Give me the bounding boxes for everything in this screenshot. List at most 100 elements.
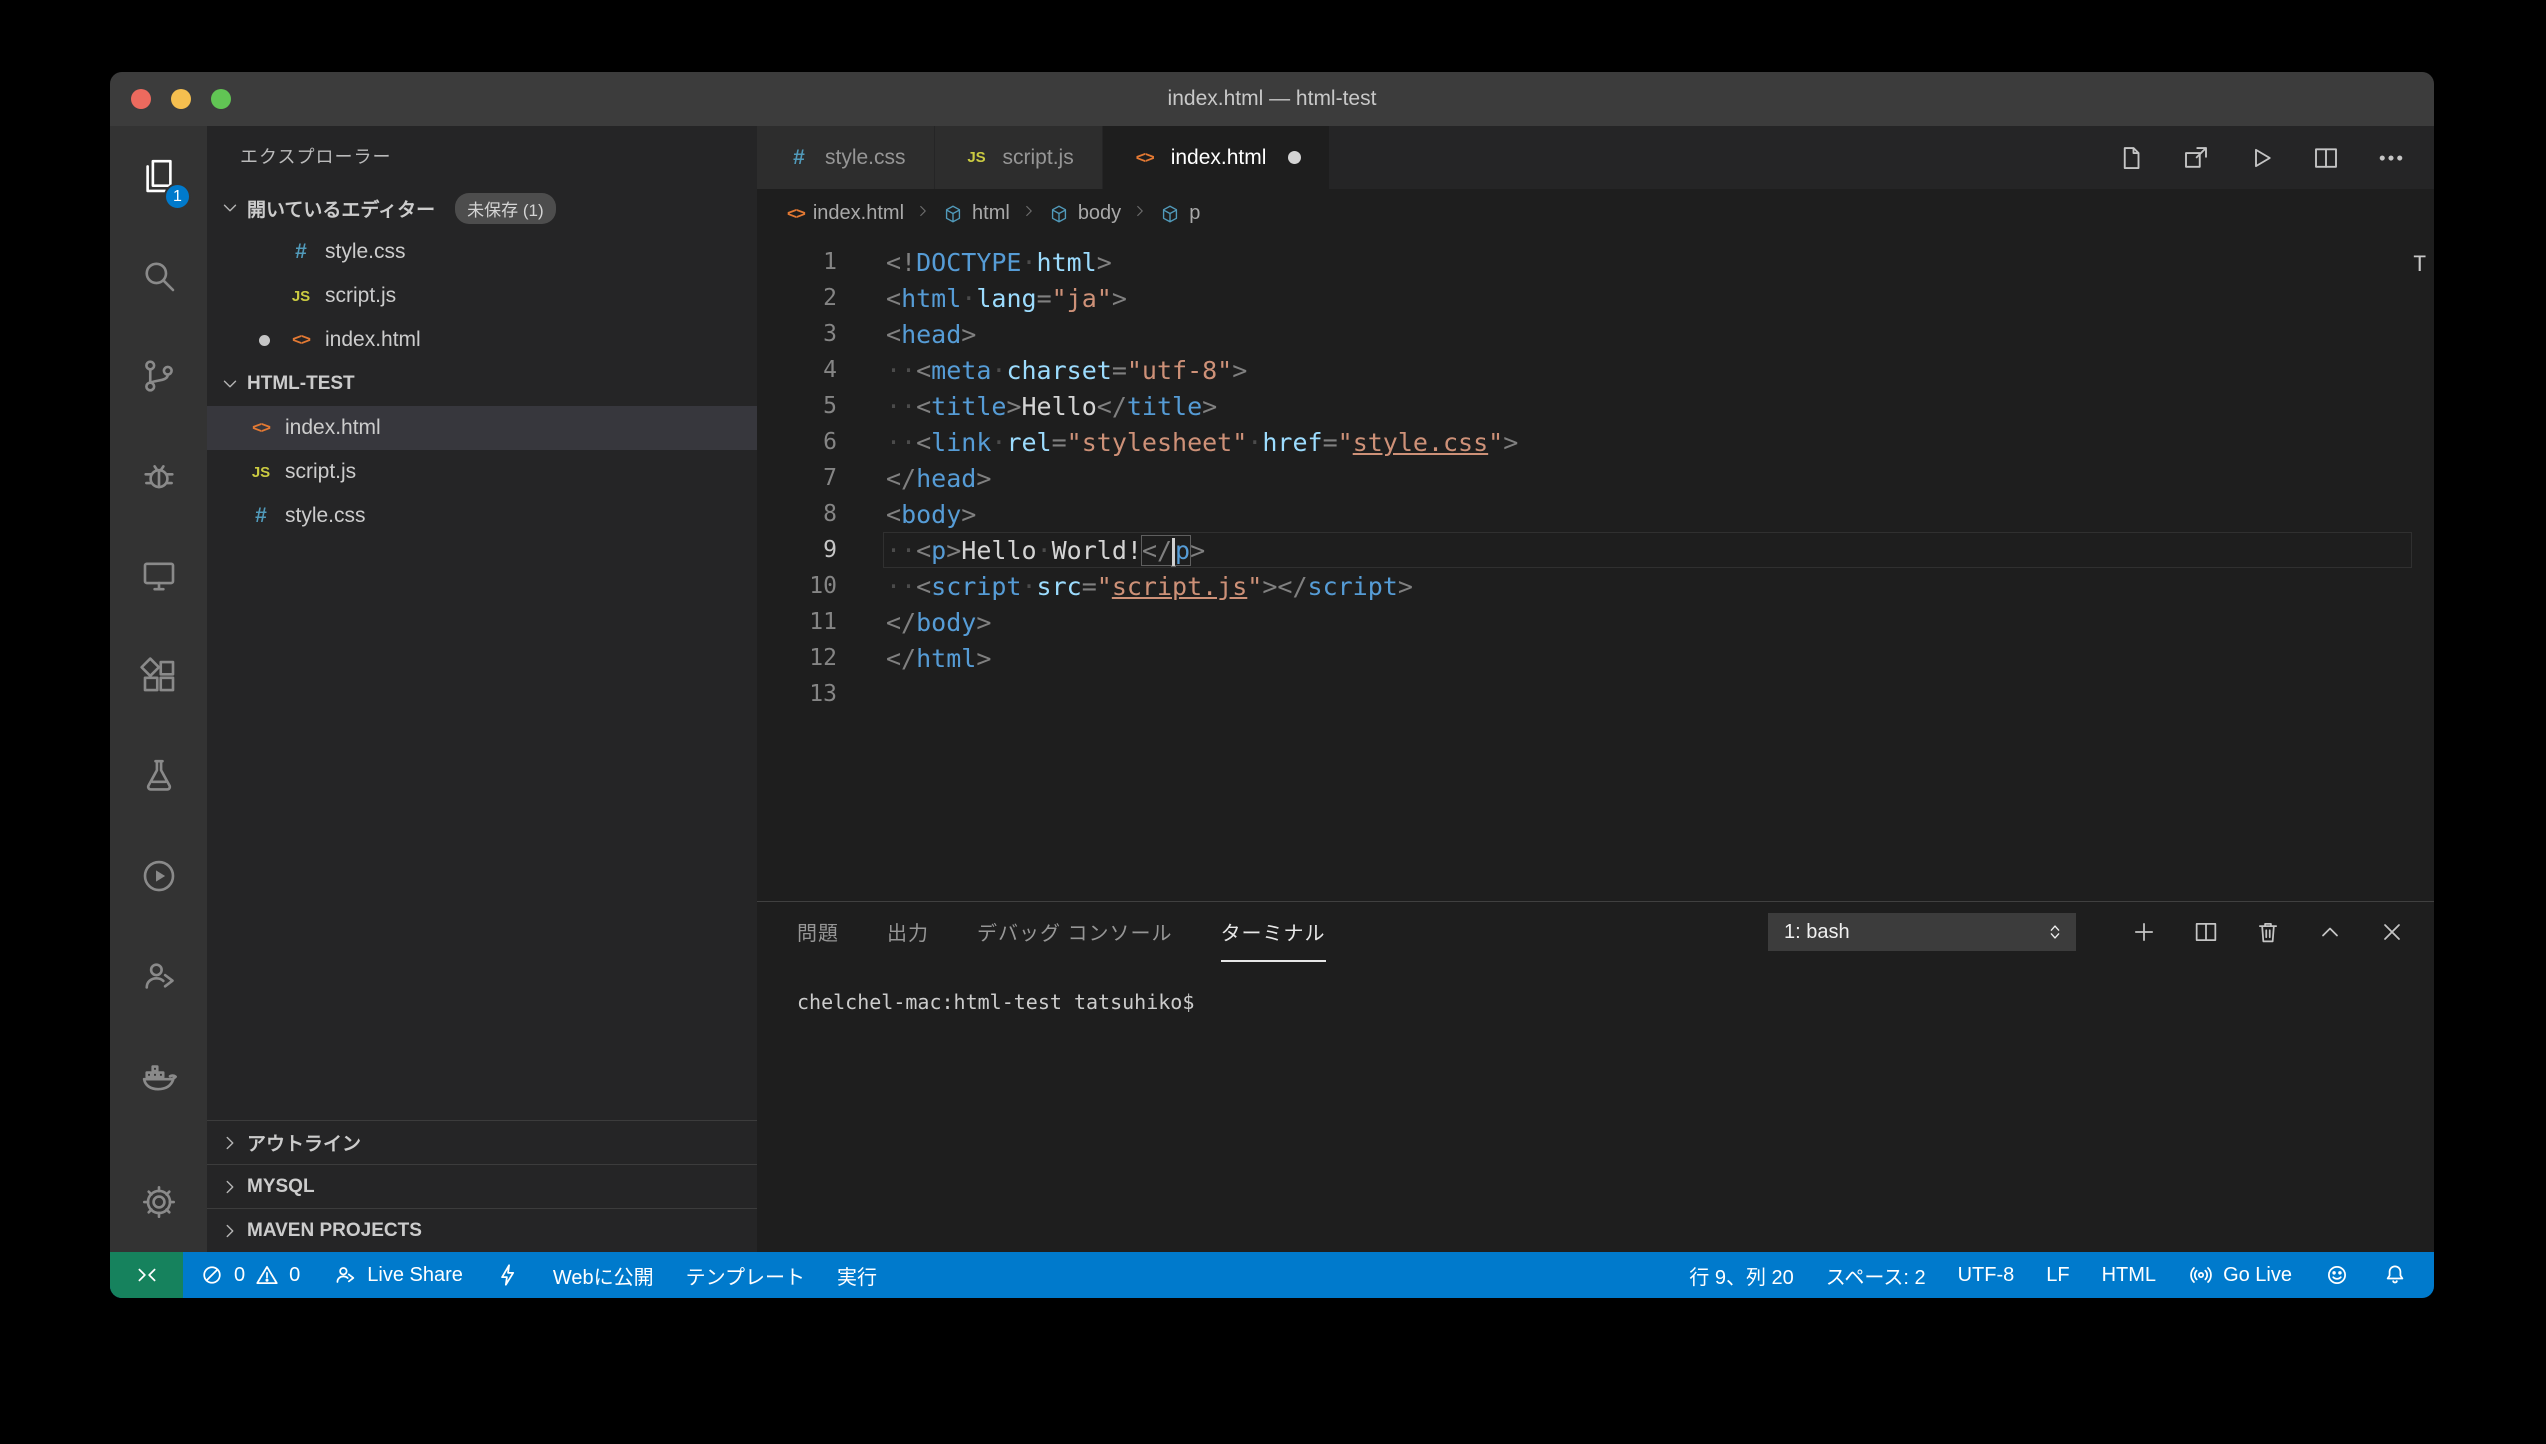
- indentation-status[interactable]: スペース: 2: [1810, 1252, 1942, 1298]
- activity-search[interactable]: [110, 226, 207, 326]
- maximize-panel-icon[interactable]: [2316, 918, 2344, 946]
- code-line-13[interactable]: 13: [757, 676, 2434, 712]
- breadcrumb-body[interactable]: body: [1048, 202, 1121, 225]
- line-content[interactable]: <html·lang="ja">: [883, 280, 2412, 316]
- code-line-4[interactable]: 4 ··<meta·charset="utf-8">: [757, 352, 2434, 388]
- activity-extensions[interactable]: [110, 626, 207, 726]
- run-button[interactable]: 実行: [821, 1252, 893, 1298]
- line-content[interactable]: <!DOCTYPE·html>: [883, 244, 2412, 280]
- close-panel-icon[interactable]: [2378, 918, 2406, 946]
- kill-terminal-icon[interactable]: [2254, 918, 2282, 946]
- line-content[interactable]: </body>: [883, 604, 2412, 640]
- code-line-10[interactable]: 10 ··<script·src="script.js"></script>: [757, 568, 2434, 604]
- zoom-window-button[interactable]: [211, 89, 231, 109]
- minimize-window-button[interactable]: [171, 89, 191, 109]
- encoding-status[interactable]: UTF-8: [1942, 1252, 2031, 1298]
- folder-header-html-test[interactable]: HTML-TEST: [207, 362, 757, 406]
- open-editor-script-js[interactable]: JS script.js: [207, 274, 757, 318]
- split-editor-icon[interactable]: [2311, 143, 2341, 173]
- tree-item-script-js[interactable]: JS script.js: [207, 450, 757, 494]
- activity-source-control[interactable]: [110, 326, 207, 426]
- line-content[interactable]: ··<meta·charset="utf-8">: [883, 352, 2412, 388]
- split-terminal-icon[interactable]: [2192, 918, 2220, 946]
- code-line-5[interactable]: 5 ··<title>Hello</title>: [757, 388, 2434, 424]
- more-actions-icon[interactable]: [2376, 143, 2406, 173]
- open-preview-icon[interactable]: [2181, 143, 2211, 173]
- line-content[interactable]: <body>: [883, 496, 2412, 532]
- eol-status[interactable]: LF: [2030, 1252, 2085, 1298]
- panel-tab-problems[interactable]: 問題: [797, 902, 839, 962]
- tab-index-html[interactable]: <> index.html: [1103, 126, 1331, 189]
- activity-explorer[interactable]: 1: [110, 126, 207, 226]
- line-content[interactable]: [883, 676, 2412, 712]
- line-number[interactable]: 10: [757, 568, 837, 604]
- new-terminal-icon[interactable]: [2130, 918, 2158, 946]
- line-content[interactable]: ··<link·rel="stylesheet"·href="style.css…: [883, 424, 2412, 460]
- code-line-9[interactable]: 9 ··<p>Hello·World!</p>: [757, 532, 2434, 568]
- live-share-status[interactable]: Live Share: [316, 1252, 479, 1298]
- line-number[interactable]: 2: [757, 280, 837, 316]
- thunder-status[interactable]: [479, 1252, 537, 1298]
- open-changes-icon[interactable]: [2116, 143, 2146, 173]
- activity-debug[interactable]: [110, 426, 207, 526]
- line-content[interactable]: <head>: [883, 316, 2412, 352]
- line-number[interactable]: 4: [757, 352, 837, 388]
- code-line-3[interactable]: 3<head>: [757, 316, 2434, 352]
- open-editor-style-css[interactable]: # style.css: [207, 230, 757, 274]
- template-button[interactable]: テンプレート: [670, 1252, 821, 1298]
- remote-indicator[interactable]: [110, 1252, 183, 1298]
- line-content[interactable]: ··<p>Hello·World!</p>: [883, 532, 2412, 568]
- line-number[interactable]: 9: [757, 532, 837, 568]
- code-line-1[interactable]: 1 <!DOCTYPE·html>: [757, 244, 2434, 280]
- code-line-12[interactable]: 12 </html>: [757, 640, 2434, 676]
- section-maven-projects[interactable]: MAVEN PROJECTS: [207, 1208, 757, 1252]
- line-number[interactable]: 5: [757, 388, 837, 424]
- line-number[interactable]: 8: [757, 496, 837, 532]
- tab-script-js[interactable]: JS script.js: [935, 126, 1103, 189]
- code-line-11[interactable]: 11 </body>: [757, 604, 2434, 640]
- tree-item-index-html[interactable]: <> index.html: [207, 406, 757, 450]
- feedback-button[interactable]: [2308, 1252, 2366, 1298]
- line-number[interactable]: 1: [757, 244, 837, 280]
- breadcrumb-p[interactable]: p: [1159, 202, 1200, 225]
- panel-tab-terminal[interactable]: ターミナル: [1221, 902, 1326, 962]
- notifications-button[interactable]: [2366, 1252, 2424, 1298]
- terminal-output[interactable]: chelchel-mac:html-test tatsuhiko$: [757, 962, 2434, 1252]
- code-line-7[interactable]: 7 </head>: [757, 460, 2434, 496]
- line-content[interactable]: </head>: [883, 460, 2412, 496]
- line-content[interactable]: ··<script·src="script.js"></script>: [883, 568, 2412, 604]
- cursor-position-status[interactable]: 行 9、列 20: [1673, 1252, 1809, 1298]
- breadcrumb-html[interactable]: html: [942, 202, 1010, 225]
- code-line-6[interactable]: 6 ··<link·rel="stylesheet"·href="style.cs…: [757, 424, 2434, 460]
- activity-live-share[interactable]: [110, 926, 207, 1026]
- code-line-2[interactable]: 2 <html·lang="ja">: [757, 280, 2434, 316]
- go-live-button[interactable]: Go Live: [2172, 1252, 2308, 1298]
- open-editor-index-html[interactable]: <> index.html: [207, 318, 757, 362]
- line-number[interactable]: 13: [757, 676, 837, 712]
- line-content[interactable]: ··<title>Hello</title>: [883, 388, 2412, 424]
- close-window-button[interactable]: [131, 89, 151, 109]
- panel-tab-output[interactable]: 出力: [887, 902, 929, 962]
- activity-settings[interactable]: [110, 1152, 207, 1252]
- tab-style-css[interactable]: # style.css: [757, 126, 935, 189]
- panel-tab-debug-console[interactable]: デバッグ コンソール: [977, 902, 1173, 962]
- activity-test-explorer[interactable]: [110, 726, 207, 826]
- problems-status[interactable]: 0 0: [183, 1252, 316, 1298]
- line-number[interactable]: 11: [757, 604, 837, 640]
- code-line-8[interactable]: 8 <body>: [757, 496, 2434, 532]
- breadcrumb-file[interactable]: <> index.html: [787, 202, 904, 225]
- activity-remote-explorer[interactable]: [110, 526, 207, 626]
- section-outline[interactable]: アウトライン: [207, 1120, 757, 1164]
- line-number[interactable]: 12: [757, 640, 837, 676]
- language-mode-status[interactable]: HTML: [2086, 1252, 2172, 1298]
- activity-run[interactable]: [110, 826, 207, 926]
- line-number[interactable]: 7: [757, 460, 837, 496]
- line-content[interactable]: </html>: [883, 640, 2412, 676]
- tree-item-style-css[interactable]: # style.css: [207, 494, 757, 538]
- publish-web-button[interactable]: Webに公開: [537, 1252, 670, 1298]
- line-number[interactable]: 6: [757, 424, 837, 460]
- run-code-icon[interactable]: [2246, 143, 2276, 173]
- section-mysql[interactable]: MYSQL: [207, 1164, 757, 1208]
- activity-docker[interactable]: [110, 1026, 207, 1126]
- code-editor[interactable]: 1 <!DOCTYPE·html> 2 <html·lang="ja">3<head>…: [757, 238, 2434, 901]
